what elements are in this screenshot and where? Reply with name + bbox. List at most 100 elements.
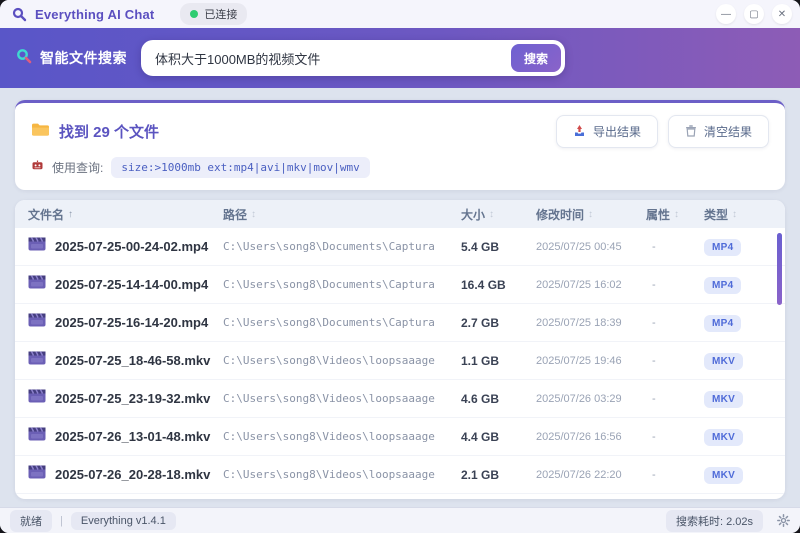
file-type-badge: MKV <box>704 353 744 370</box>
file-name: 2025-07-25-14-14-00.mp4 <box>55 277 209 292</box>
column-header-0[interactable]: 文件名 ↑ <box>28 206 223 223</box>
file-name-cell: 2025-07-25_23-19-32.mkv <box>28 389 223 408</box>
clear-results-button[interactable]: 清空结果 <box>667 115 769 148</box>
clear-results-label: 清空结果 <box>703 125 752 139</box>
search-input[interactable] <box>155 50 511 66</box>
file-type-cell: MKV <box>704 465 772 484</box>
maximize-button[interactable]: ▢ <box>744 4 764 24</box>
results-table: 文件名 ↑ 路径 ↕ 大小 ↕ 修改时间 ↕ 属性 ↕ 类型 ↕ 2025-07-25-00-24-0… <box>15 200 785 499</box>
statusbar: 就绪 | Everything v1.4.1 搜索耗时: 2.02s <box>0 507 800 533</box>
results-top-row: 找到 29 个文件 导出结果 清空结果 <box>31 115 769 148</box>
settings-gear-icon[interactable] <box>777 514 790 527</box>
search-label-group: 智能文件搜索 <box>16 48 127 69</box>
file-type-badge: MP4 <box>704 315 742 332</box>
file-attributes: - <box>652 430 656 443</box>
file-size: 1.1 GB <box>461 353 500 368</box>
table-row[interactable]: 2025-07-25_23-19-32.mkv C:\Users\song8\V… <box>15 380 785 418</box>
file-modified-time: 2025/07/25 18:39 <box>536 316 622 329</box>
file-path: C:\Users\song8\Documents\Captura <box>223 240 435 253</box>
search-magnifier-icon <box>16 48 32 69</box>
search-section: 智能文件搜索 搜索 <box>0 28 800 88</box>
table-header-row: 文件名 ↑ 路径 ↕ 大小 ↕ 修改时间 ↕ 属性 ↕ 类型 ↕ <box>15 200 785 228</box>
clapperboard-icon <box>28 275 46 294</box>
status-version-chip: Everything v1.4.1 <box>70 511 176 530</box>
sort-indicator-icon: ↕ <box>489 208 495 220</box>
file-modified-time: 2025/07/25 16:02 <box>536 278 622 291</box>
file-size: 16.4 GB <box>461 277 506 292</box>
table-body: 2025-07-25-00-24-02.mp4 C:\Users\song8\D… <box>15 228 785 499</box>
connection-status-label: 已连接 <box>204 9 238 21</box>
file-name: 2025-07-25-16-14-20.mp4 <box>55 315 209 330</box>
file-size: 2.1 GB <box>461 467 500 482</box>
file-name-cell: 2025-07-25_18-46-58.mkv <box>28 351 223 370</box>
robot-icon <box>31 159 44 177</box>
file-size: 4.4 GB <box>461 429 500 444</box>
column-header-5[interactable]: 类型 ↕ <box>704 206 772 223</box>
table-row[interactable]: 2025-07-25_18-46-58.mkv C:\Users\song8\V… <box>15 342 785 380</box>
table-row[interactable]: 2025-07-25-00-24-02.mp4 C:\Users\song8\D… <box>15 228 785 266</box>
clapperboard-icon <box>28 351 46 370</box>
results-actions: 导出结果 清空结果 <box>555 115 769 148</box>
column-header-label: 大小 <box>461 207 486 222</box>
file-path: C:\Users\song8\Videos\loopsaaage <box>223 354 435 367</box>
status-ready-chip: 就绪 <box>10 509 52 532</box>
file-size: 4.6 GB <box>461 391 500 406</box>
file-name: 2025-07-25_23-19-32.mkv <box>55 391 211 406</box>
found-files-group: 找到 29 个文件 <box>31 121 159 142</box>
main-content: 找到 29 个文件 导出结果 清空结果 使用查询: size:>1000mb e… <box>0 88 800 507</box>
minimize-button[interactable]: — <box>716 4 736 24</box>
file-name: 2025-07-25-00-24-02.mp4 <box>55 239 209 254</box>
file-path: C:\Users\song8\Videos\loopsaaage <box>223 430 435 443</box>
table-row[interactable]: 2025-07-25-14-14-00.mp4 C:\Users\song8\D… <box>15 266 785 304</box>
sort-indicator-icon: ↕ <box>251 208 257 220</box>
file-path: C:\Users\song8\Videos\loopsaaage <box>223 392 435 405</box>
search-button[interactable]: 搜索 <box>510 44 561 72</box>
file-name-cell: 2025-07-26_20-28-18.mkv <box>28 465 223 484</box>
clapperboard-icon <box>28 313 46 332</box>
file-path: C:\Users\song8\Documents\Captura <box>223 316 435 329</box>
app-window: Everything AI Chat 已连接 — ▢ ✕ 智能文件搜索 搜索 <box>0 0 800 533</box>
file-type-cell: MKV <box>704 389 772 408</box>
file-type-cell: MP4 <box>704 237 772 256</box>
file-type-badge: MKV <box>704 429 744 446</box>
column-header-4[interactable]: 属性 ↕ <box>646 206 704 223</box>
sort-indicator-icon: ↕ <box>674 208 680 220</box>
file-size: 2.7 GB <box>461 315 500 330</box>
file-modified-time: 2025/07/26 03:29 <box>536 392 622 405</box>
file-type-badge: MKV <box>704 467 744 484</box>
table-row[interactable]: 2025-07-25-16-14-20.mp4 C:\Users\song8\D… <box>15 304 785 342</box>
export-results-button[interactable]: 导出结果 <box>555 115 658 148</box>
query-string-chip: size:>1000mb ext:mp4|avi|mkv|mov|wmv <box>111 157 370 178</box>
table-scrollbar-thumb[interactable] <box>777 233 782 305</box>
found-files-count: 找到 29 个文件 <box>59 124 160 141</box>
column-header-1[interactable]: 路径 ↕ <box>223 206 461 223</box>
column-header-3[interactable]: 修改时间 ↕ <box>536 206 646 223</box>
file-name: 2025-07-25_18-46-58.mkv <box>55 353 211 368</box>
column-header-label: 修改时间 <box>536 207 585 222</box>
file-attributes: - <box>652 240 656 253</box>
query-row: 使用查询: size:>1000mb ext:mp4|avi|mkv|mov|w… <box>31 157 769 178</box>
folder-icon <box>31 122 50 142</box>
results-header-card: 找到 29 个文件 导出结果 清空结果 使用查询: size:>1000mb e… <box>15 100 785 190</box>
column-header-label: 属性 <box>646 207 671 222</box>
query-used-label: 使用查询: <box>52 161 104 175</box>
file-name-cell: 2025-07-25-00-24-02.mp4 <box>28 237 223 256</box>
connection-status-badge: 已连接 <box>180 3 248 25</box>
table-row[interactable]: 2025-07-26_20-28-18.mkv C:\Users\song8\V… <box>15 456 785 494</box>
connected-dot-icon <box>190 10 199 18</box>
sort-indicator-icon: ↕ <box>732 208 738 220</box>
file-type-badge: MKV <box>704 391 744 408</box>
file-attributes: - <box>652 354 656 367</box>
file-type-cell: MKV <box>704 427 772 446</box>
close-button[interactable]: ✕ <box>772 4 792 24</box>
file-name-cell: 2025-07-25-14-14-00.mp4 <box>28 275 223 294</box>
column-header-2[interactable]: 大小 ↕ <box>461 206 536 223</box>
column-header-label: 路径 <box>223 207 248 222</box>
column-header-label: 类型 <box>704 207 729 222</box>
column-header-label: 文件名 <box>28 207 65 222</box>
status-separator: | <box>60 514 63 527</box>
file-name: 2025-07-26_20-28-18.mkv <box>55 467 211 482</box>
table-row[interactable]: 2025-07-26_13-01-48.mkv C:\Users\song8\V… <box>15 418 785 456</box>
file-attributes: - <box>652 468 656 481</box>
clapperboard-icon <box>28 389 46 408</box>
